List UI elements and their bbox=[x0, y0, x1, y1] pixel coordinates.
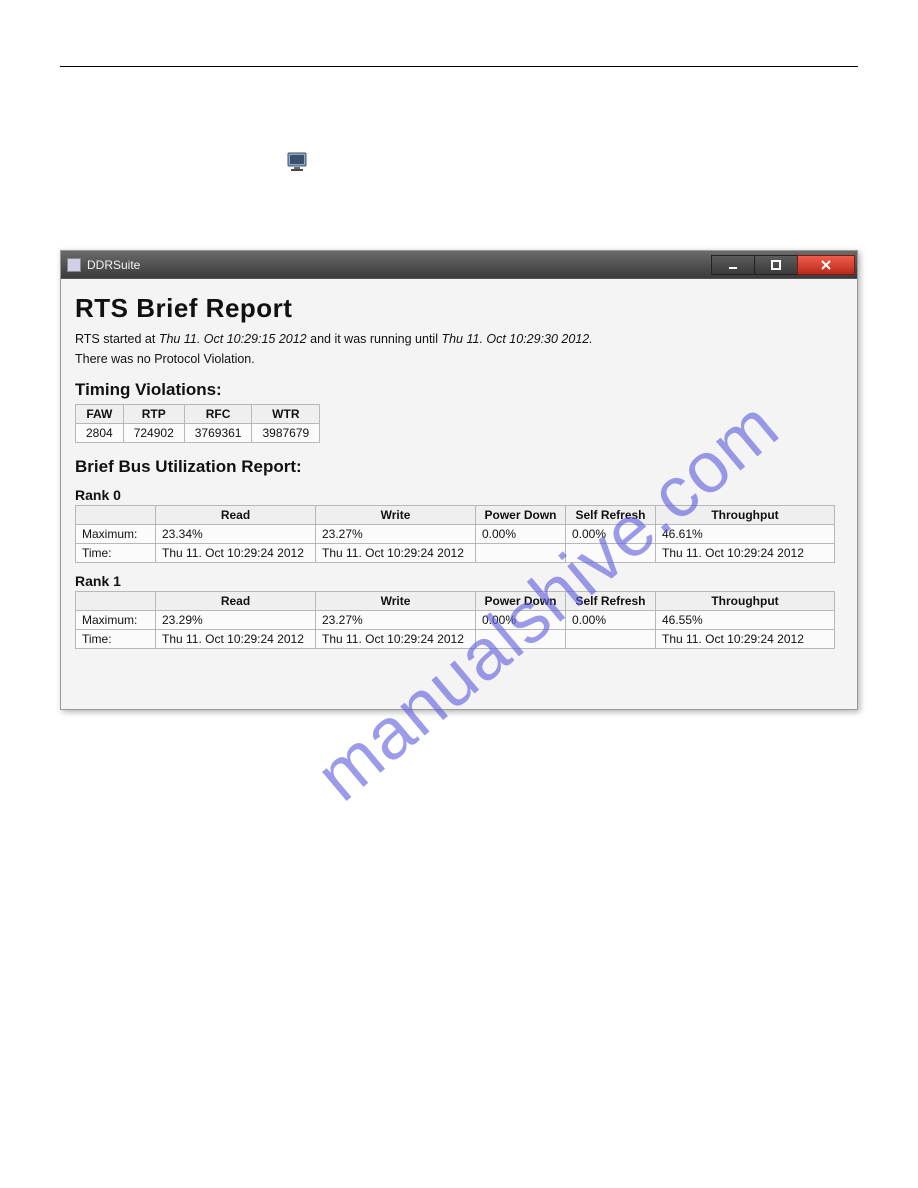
r0-max-label: Maximum: bbox=[76, 525, 156, 544]
r1-time-tp: Thu 11. Oct 10:29:24 2012 bbox=[656, 630, 835, 649]
th-self: Self Refresh bbox=[566, 506, 656, 525]
th-write: Write bbox=[316, 506, 476, 525]
th-read: Read bbox=[156, 592, 316, 611]
th-blank bbox=[76, 506, 156, 525]
th-rfc: RFC bbox=[184, 405, 252, 424]
r1-time-power bbox=[476, 630, 566, 649]
r1-time-write: Thu 11. Oct 10:29:24 2012 bbox=[316, 630, 476, 649]
r0-time-label: Time: bbox=[76, 544, 156, 563]
r1-time-self bbox=[566, 630, 656, 649]
rts-ended-time: Thu 11. Oct 10:29:30 2012. bbox=[441, 332, 592, 346]
r0-max-tp: 46.61% bbox=[656, 525, 835, 544]
r1-max-tp: 46.55% bbox=[656, 611, 835, 630]
timing-violations-table: FAW RTP RFC WTR 2804 724902 3769361 3987… bbox=[75, 404, 320, 443]
td-rfc: 3769361 bbox=[184, 424, 252, 443]
r0-time-tp: Thu 11. Oct 10:29:24 2012 bbox=[656, 544, 835, 563]
th-power: Power Down bbox=[476, 592, 566, 611]
r1-max-self: 0.00% bbox=[566, 611, 656, 630]
rank1-table: Read Write Power Down Self Refresh Throu… bbox=[75, 591, 835, 649]
rts-started-prefix: RTS started at bbox=[75, 332, 159, 346]
td-rtp: 724902 bbox=[123, 424, 184, 443]
ddrsuite-window: DDRSuite RTS Brief Report RTS started at… bbox=[60, 250, 858, 710]
th-rtp: RTP bbox=[123, 405, 184, 424]
r0-time-write: Thu 11. Oct 10:29:24 2012 bbox=[316, 544, 476, 563]
titlebar[interactable]: DDRSuite bbox=[61, 251, 857, 279]
th-wtr: WTR bbox=[252, 405, 320, 424]
r0-max-write: 23.27% bbox=[316, 525, 476, 544]
rts-started-line: RTS started at Thu 11. Oct 10:29:15 2012… bbox=[75, 332, 843, 346]
report-content: RTS Brief Report RTS started at Thu 11. … bbox=[61, 279, 857, 709]
rank1-label: Rank 1 bbox=[75, 573, 843, 589]
r0-time-power bbox=[476, 544, 566, 563]
th-read: Read bbox=[156, 506, 316, 525]
r1-max-power: 0.00% bbox=[476, 611, 566, 630]
r1-time-label: Time: bbox=[76, 630, 156, 649]
th-throughput: Throughput bbox=[656, 506, 835, 525]
r0-max-read: 23.34% bbox=[156, 525, 316, 544]
report-title: RTS Brief Report bbox=[75, 293, 843, 324]
rank0-label: Rank 0 bbox=[75, 487, 843, 503]
r1-max-write: 23.27% bbox=[316, 611, 476, 630]
minimize-button[interactable] bbox=[711, 255, 755, 275]
th-power: Power Down bbox=[476, 506, 566, 525]
app-icon bbox=[67, 258, 81, 272]
r0-max-self: 0.00% bbox=[566, 525, 656, 544]
th-blank bbox=[76, 592, 156, 611]
r0-time-self bbox=[566, 544, 656, 563]
maximize-button[interactable] bbox=[754, 255, 798, 275]
bus-utilization-heading: Brief Bus Utilization Report: bbox=[75, 457, 843, 477]
window-title: DDRSuite bbox=[87, 258, 140, 272]
r1-max-read: 23.29% bbox=[156, 611, 316, 630]
monitor-icon bbox=[285, 150, 309, 174]
th-self: Self Refresh bbox=[566, 592, 656, 611]
rts-started-mid: and it was running until bbox=[307, 332, 442, 346]
rts-started-time: Thu 11. Oct 10:29:15 2012 bbox=[159, 332, 307, 346]
divider bbox=[60, 66, 858, 67]
r0-max-power: 0.00% bbox=[476, 525, 566, 544]
r1-time-read: Thu 11. Oct 10:29:24 2012 bbox=[156, 630, 316, 649]
timing-violations-heading: Timing Violations: bbox=[75, 380, 843, 400]
r1-max-label: Maximum: bbox=[76, 611, 156, 630]
th-throughput: Throughput bbox=[656, 592, 835, 611]
th-write: Write bbox=[316, 592, 476, 611]
no-violation-text: There was no Protocol Violation. bbox=[75, 352, 843, 366]
td-faw: 2804 bbox=[76, 424, 124, 443]
td-wtr: 3987679 bbox=[252, 424, 320, 443]
r0-time-read: Thu 11. Oct 10:29:24 2012 bbox=[156, 544, 316, 563]
close-button[interactable] bbox=[797, 255, 855, 275]
rank0-table: Read Write Power Down Self Refresh Throu… bbox=[75, 505, 835, 563]
th-faw: FAW bbox=[76, 405, 124, 424]
